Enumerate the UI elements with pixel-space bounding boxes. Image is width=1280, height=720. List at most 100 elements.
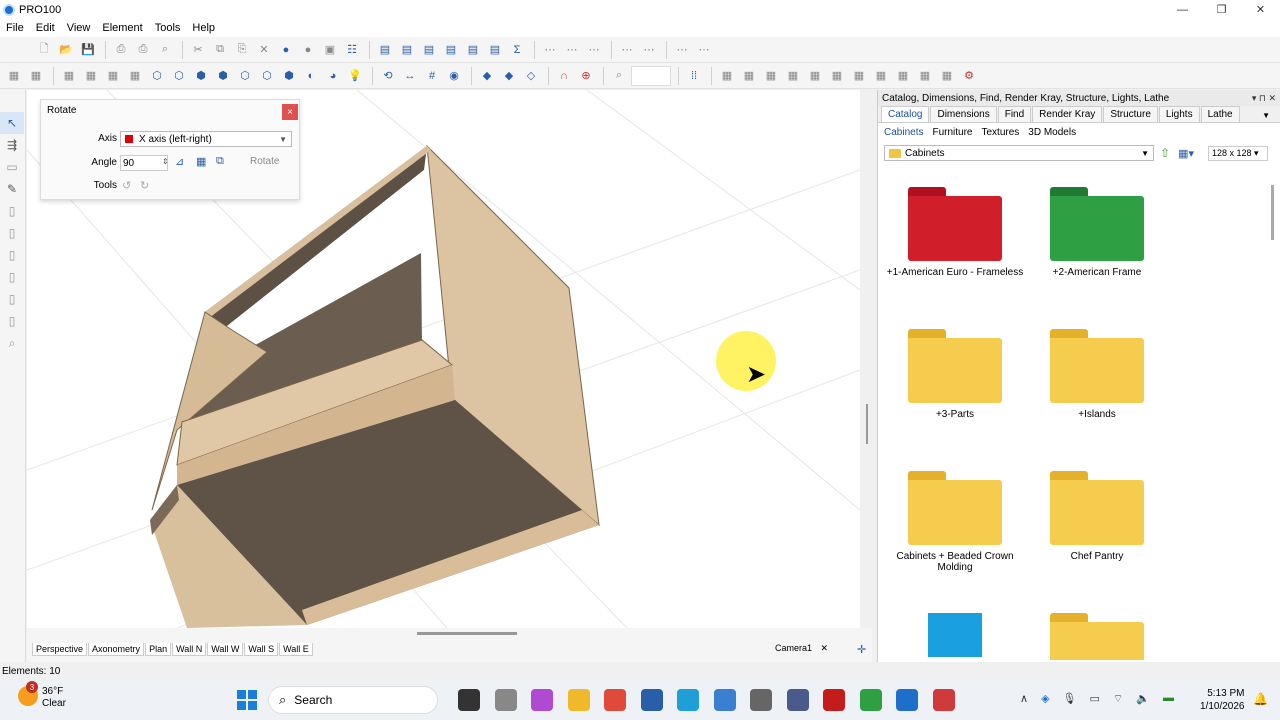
acrobat-icon[interactable]	[823, 689, 845, 711]
align-icon-1[interactable]: ⋯	[540, 40, 560, 60]
multi-select-icon[interactable]: ⇶	[0, 134, 24, 156]
light-icon[interactable]: 💡	[345, 66, 365, 86]
save-icon[interactable]: 💾	[78, 40, 98, 60]
copy-icon[interactable]: ⧉	[210, 40, 230, 60]
align-icon-6[interactable]: ⋯	[672, 40, 692, 60]
tabs-overflow-icon[interactable]: ▼	[1256, 109, 1276, 122]
tab-dimensions[interactable]: Dimensions	[930, 106, 997, 122]
arrange-icon-1[interactable]: ▦	[717, 66, 737, 86]
grid-icon[interactable]: #	[422, 66, 442, 86]
new-icon[interactable]: 🗋	[34, 40, 54, 60]
volume-icon[interactable]: 🔈	[1136, 692, 1150, 706]
vertex-icon-1[interactable]: ◆	[477, 66, 497, 86]
layout-icon-5[interactable]: ▤	[463, 40, 483, 60]
arrange-icon-9[interactable]: ▦	[893, 66, 913, 86]
app-icon-6[interactable]	[932, 689, 955, 711]
arrange-icon-3[interactable]: ▦	[761, 66, 781, 86]
arrange-icon-8[interactable]: ▦	[871, 66, 891, 86]
grid-select-icon[interactable]: ▦	[196, 155, 206, 168]
copilot-icon[interactable]	[531, 689, 553, 711]
battery-icon[interactable]: ▬	[1163, 692, 1174, 706]
catalog-item[interactable]: +1-American Euro - Frameless	[885, 187, 1025, 278]
subtab-cabinets[interactable]: Cabinets	[884, 127, 923, 138]
arrange-icon-10[interactable]: ▦	[915, 66, 935, 86]
rotate-ccw-icon[interactable]: ↺	[122, 179, 131, 192]
texture-icon[interactable]: ◐	[301, 66, 321, 86]
menu-view[interactable]: View	[61, 22, 97, 34]
sum-icon[interactable]: Σ	[507, 40, 527, 60]
edge-icon[interactable]	[677, 689, 699, 711]
microphone-icon[interactable]: 🎙	[1063, 692, 1077, 706]
wall-icon-3[interactable]: ▦	[59, 66, 79, 86]
menu-tools[interactable]: Tools	[149, 22, 187, 34]
arrange-icon-6[interactable]: ▦	[827, 66, 847, 86]
menu-help[interactable]: Help	[186, 22, 221, 34]
thumbnail-size-select[interactable]: 128 x 128 ▾	[1208, 145, 1268, 161]
tab-wall-w[interactable]: Wall W	[207, 643, 244, 656]
align-icon-5[interactable]: ⋯	[639, 40, 659, 60]
display-icon[interactable]: ▭	[1090, 692, 1100, 706]
align-icon-4[interactable]: ⋯	[617, 40, 637, 60]
cube-icon-2[interactable]: ⬡	[169, 66, 189, 86]
chrome-icon[interactable]	[604, 689, 626, 711]
cube-icon-4[interactable]: ⬢	[213, 66, 233, 86]
paint-icon[interactable]: ◕	[323, 66, 343, 86]
print-icon[interactable]: ⎙	[133, 40, 153, 60]
horizontal-scrollbar[interactable]	[417, 632, 517, 635]
catalog-item[interactable]: Cabinets + Beaded Crown Molding	[885, 471, 1025, 573]
wall-icon-5[interactable]: ▦	[103, 66, 123, 86]
catalog-item[interactable]: +2-American Frame	[1027, 187, 1167, 278]
wall-icon-1[interactable]: ▦	[4, 66, 24, 86]
taskbar-search[interactable]: ⌕ Search	[268, 686, 438, 714]
layout-icon-1[interactable]: ▤	[375, 40, 395, 60]
app-icon-2[interactable]	[640, 689, 663, 711]
layout-icon-2[interactable]: ▤	[397, 40, 417, 60]
layout-icon-4[interactable]: ▤	[441, 40, 461, 60]
target-icon[interactable]: ⊕	[576, 66, 596, 86]
subtab-furniture[interactable]: Furniture	[932, 127, 972, 138]
align-icon-3[interactable]: ⋯	[584, 40, 604, 60]
rotate-panel-close-button[interactable]: ×	[282, 104, 298, 120]
axis-select[interactable]: X axis (left-right) ▼	[120, 131, 292, 147]
catalog-item[interactable]	[1027, 613, 1167, 660]
arrange-icon-5[interactable]: ▦	[805, 66, 825, 86]
tab-render-kray[interactable]: Render Kray	[1032, 106, 1103, 122]
arrange-icon-7[interactable]: ▦	[849, 66, 869, 86]
vertex-icon-2[interactable]: ◆	[499, 66, 519, 86]
folder-select[interactable]: Cabinets ▼	[884, 145, 1154, 161]
tab-wall-s[interactable]: Wall S	[244, 643, 279, 656]
maximize-button[interactable]: ❐	[1202, 0, 1241, 19]
app-icon-1[interactable]	[494, 689, 517, 711]
arrange-icon-4[interactable]: ▦	[783, 66, 803, 86]
zoom-input[interactable]	[631, 65, 671, 86]
cube-icon-7[interactable]: ⬢	[279, 66, 299, 86]
menu-edit[interactable]: Edit	[30, 22, 61, 34]
tab-catalog[interactable]: Catalog	[881, 106, 930, 122]
menu-element[interactable]: Element	[96, 22, 148, 34]
snap-grid-icon[interactable]: ⁞⁞	[684, 66, 704, 86]
tool-icon-7[interactable]: ▯	[0, 244, 24, 266]
vertex-icon-3[interactable]: ◇	[521, 66, 541, 86]
settings-icon[interactable]: ⚙	[959, 66, 979, 86]
wall-icon-2[interactable]: ▦	[26, 66, 46, 86]
clock[interactable]: 5:13 PM 1/10/2026	[1200, 687, 1245, 713]
app-icon-3[interactable]	[713, 689, 736, 711]
camera-tab[interactable]: Camera1 ✕	[775, 643, 828, 654]
vertical-scrollbar[interactable]	[866, 404, 868, 444]
cut-icon[interactable]: ✂	[188, 40, 208, 60]
undo-icon[interactable]: ●	[276, 40, 296, 60]
tab-lathe[interactable]: Lathe	[1200, 106, 1240, 122]
tool-icon-11[interactable]: ⌕	[0, 332, 24, 354]
menu-file[interactable]: File	[0, 22, 30, 34]
paste-icon[interactable]: ⎘	[232, 40, 252, 60]
minimize-button[interactable]: —	[1163, 0, 1202, 19]
eye-icon[interactable]: ◉	[444, 66, 464, 86]
redo-icon[interactable]: ●	[298, 40, 318, 60]
layout-icon-6[interactable]: ▤	[485, 40, 505, 60]
dimension-icon[interactable]: ↔	[400, 66, 420, 86]
eyedropper-icon[interactable]: ✎	[0, 178, 24, 200]
catalog-scrollbar[interactable]	[1271, 185, 1274, 240]
print-preview-icon[interactable]: ⎙	[111, 40, 131, 60]
rotate-cw-icon[interactable]: ↻	[140, 179, 149, 192]
app-icon-4[interactable]	[786, 689, 809, 711]
